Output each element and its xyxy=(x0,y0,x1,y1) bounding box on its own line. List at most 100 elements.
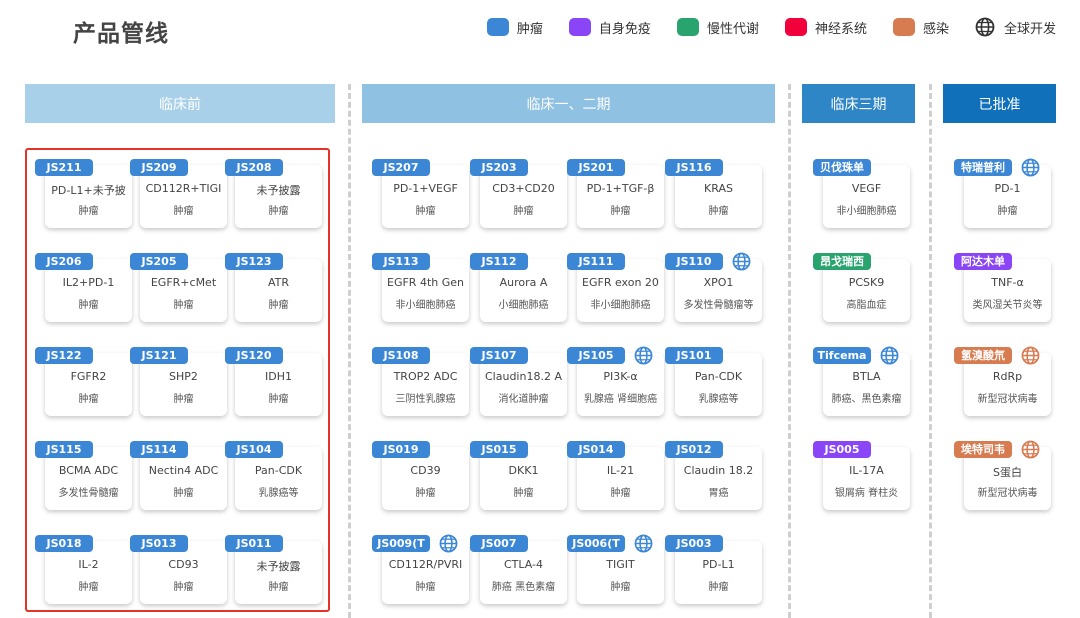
pipeline-card[interactable]: JS108 TROP2 ADC 三阴性乳腺癌 xyxy=(372,347,469,416)
pipeline-card[interactable]: JS208 未予披露 肿瘤 xyxy=(225,159,322,228)
card-indication: 肿瘤 xyxy=(78,206,99,217)
pipeline-card[interactable]: JS107 Claudin18.2 A 消化道肿瘤 xyxy=(470,347,567,416)
card-code-badge: JS007 xyxy=(470,535,528,552)
pipeline-card[interactable]: JS203 CD3+CD20 肿瘤 xyxy=(470,159,567,228)
pipeline-card[interactable]: JS005 IL-17A 银屑病 脊柱炎 xyxy=(813,441,910,510)
pipeline-card[interactable]: JS112 Aurora A 小细胞肺癌 xyxy=(470,253,567,322)
card-code-badge: JS208 xyxy=(225,159,283,176)
pipeline-card[interactable]: JS114 Nectin4 ADC 肿瘤 xyxy=(130,441,227,510)
pipeline-card[interactable]: JS205 EGFR+cMet 肿瘤 xyxy=(130,253,227,322)
card-indication: 肿瘤 xyxy=(173,394,194,405)
stage-header-phase3: 临床三期 xyxy=(802,84,915,123)
card-target: Pan-CDK xyxy=(254,464,303,477)
card-indication: 新型冠状病毒 xyxy=(977,394,1038,405)
card-indication: 肿瘤 xyxy=(708,206,729,217)
card-target: CD39 xyxy=(410,464,441,477)
pipeline-card[interactable]: JS007 CTLA-4 肺癌 黑色素瘤 xyxy=(470,535,567,604)
card-target: CTLA-4 xyxy=(503,558,544,571)
card-indication: 银屑病 脊柱炎 xyxy=(834,488,899,499)
card-target: TNF-α xyxy=(991,276,1024,289)
card-target: S蛋白 xyxy=(993,466,1022,479)
pipeline-card[interactable]: JS006(T TIGIT 肿瘤 xyxy=(567,534,664,604)
card-target: CD112R/PVRI xyxy=(388,558,463,571)
pipeline-card[interactable]: 特瑞普利 PD-1 肿瘤 xyxy=(954,158,1051,228)
card-target: PCSK9 xyxy=(848,276,885,289)
card-indication: 肿瘤 xyxy=(415,582,436,593)
pipeline-card[interactable]: 贝伐珠单 VEGF 非小细胞肺癌 xyxy=(813,159,910,228)
globe-icon xyxy=(439,534,458,553)
card-code-badge: JS116 xyxy=(665,159,723,176)
card-code-badge: JS203 xyxy=(470,159,528,176)
card-code-badge: JS009(T xyxy=(372,535,430,552)
pipeline-card[interactable]: JS003 PD-L1 肿瘤 xyxy=(665,535,762,604)
pipeline-card[interactable]: JS110 XPO1 多发性骨髓瘤等 xyxy=(665,252,762,322)
pipeline-card[interactable]: JS115 BCMA ADC 多发性骨髓瘤 xyxy=(35,441,132,510)
pipeline-card[interactable]: JS209 CD112R+TIGI 肿瘤 xyxy=(130,159,227,228)
globe-icon xyxy=(634,346,653,365)
pipeline-card[interactable]: 氢溴酸氘 RdRp 新型冠状病毒 xyxy=(954,346,1051,416)
card-target: ATR xyxy=(267,276,290,289)
card-target: RdRp xyxy=(992,370,1023,383)
pipeline-card[interactable]: JS009(T CD112R/PVRI 肿瘤 xyxy=(372,534,469,604)
legend-label: 自身免疫 xyxy=(598,21,651,37)
pipeline-card[interactable]: JS122 FGFR2 肿瘤 xyxy=(35,347,132,416)
card-code-badge: JS019 xyxy=(372,441,430,458)
pipeline-card[interactable]: JS011 未予披露 肿瘤 xyxy=(225,535,322,604)
pipeline-card[interactable]: JS019 CD39 肿瘤 xyxy=(372,441,469,510)
legend-swatch-oncology xyxy=(486,18,509,36)
card-target: PI3K-α xyxy=(603,370,638,383)
pipeline-card[interactable]: JS013 CD93 肿瘤 xyxy=(130,535,227,604)
pipeline-card[interactable]: JS104 Pan-CDK 乳腺癌等 xyxy=(225,441,322,510)
card-code-badge: 氢溴酸氘 xyxy=(954,347,1012,364)
pipeline-card[interactable]: JS116 KRAS 肿瘤 xyxy=(665,159,762,228)
pipeline-card[interactable]: JS201 PD-1+TGF-β 肿瘤 xyxy=(567,159,664,228)
pipeline-card[interactable]: JS111 EGFR exon 20 非小细胞肺癌 xyxy=(567,253,664,322)
pipeline-card[interactable]: JS101 Pan-CDK 乳腺癌等 xyxy=(665,347,762,416)
legend-item-global: 全球开发 xyxy=(975,17,1056,37)
card-target: 未予披露 xyxy=(256,184,301,197)
card-target: CD3+CD20 xyxy=(492,182,555,195)
pipeline-card[interactable]: JS105 PI3K-α 乳腺癌 肾细胞癌 xyxy=(567,346,664,416)
card-indication: 乳腺癌 肾细胞癌 xyxy=(583,394,658,405)
stage-divider xyxy=(788,84,791,618)
pipeline-card[interactable]: JS015 DKK1 肿瘤 xyxy=(470,441,567,510)
card-target: PD-L1 xyxy=(702,558,735,571)
pipeline-card[interactable]: 埃特司韦 S蛋白 新型冠状病毒 xyxy=(954,440,1051,510)
pipeline-card[interactable]: JS018 IL-2 肿瘤 xyxy=(35,535,132,604)
card-code-badge: JS013 xyxy=(130,535,188,552)
card-target: 未予披露 xyxy=(256,560,301,573)
stage-header-approved: 已批准 xyxy=(943,84,1056,123)
pipeline-card[interactable]: Tifcema BTLA 肺癌、黑色素瘤 xyxy=(813,346,910,416)
card-target: Nectin4 ADC xyxy=(148,464,219,477)
card-indication: 肿瘤 xyxy=(78,300,99,311)
pipeline-card[interactable]: JS121 SHP2 肿瘤 xyxy=(130,347,227,416)
pipeline-card[interactable]: JS012 Claudin 18.2 胃癌 xyxy=(665,441,762,510)
stage-header-phase12: 临床一、二期 xyxy=(362,84,775,123)
card-code-badge: JS114 xyxy=(130,441,188,458)
pipeline-card[interactable]: JS120 IDH1 肿瘤 xyxy=(225,347,322,416)
pipeline-card[interactable]: 昂戈瑞西 PCSK9 高脂血症 xyxy=(813,253,910,322)
card-code-badge: JS011 xyxy=(225,535,283,552)
pipeline-card[interactable]: 阿达木单 TNF-α 类风湿关节炎等 xyxy=(954,253,1051,322)
card-code-badge: JS115 xyxy=(35,441,93,458)
legend-label: 肿瘤 xyxy=(516,21,543,37)
pipeline-card[interactable]: JS113 EGFR 4th Gen 非小细胞肺癌 xyxy=(372,253,469,322)
pipeline-card[interactable]: JS014 IL-21 肿瘤 xyxy=(567,441,664,510)
card-target: IL-2 xyxy=(78,558,99,571)
card-target: CD112R+TIGI xyxy=(145,182,222,195)
card-indication: 肿瘤 xyxy=(513,206,534,217)
card-indication: 乳腺癌等 xyxy=(258,488,299,499)
pipeline-card[interactable]: JS206 IL2+PD-1 肿瘤 xyxy=(35,253,132,322)
card-code-badge: 埃特司韦 xyxy=(954,441,1012,458)
pipeline-card[interactable]: JS207 PD-1+VEGF 肿瘤 xyxy=(372,159,469,228)
card-indication: 非小细胞肺癌 xyxy=(836,206,897,217)
card-code-badge: JS201 xyxy=(567,159,625,176)
card-code-badge: JS211 xyxy=(35,159,93,176)
card-code-badge: JS003 xyxy=(665,535,723,552)
card-code-badge: JS015 xyxy=(470,441,528,458)
legend-item-neuro: 神经系统 xyxy=(784,18,867,37)
legend-item-oncology: 肿瘤 xyxy=(486,18,543,37)
card-target: Claudin18.2 A xyxy=(485,370,562,383)
pipeline-card[interactable]: JS211 PD-L1+未予披 肿瘤 xyxy=(35,159,132,228)
pipeline-card[interactable]: JS123 ATR 肿瘤 xyxy=(225,253,322,322)
